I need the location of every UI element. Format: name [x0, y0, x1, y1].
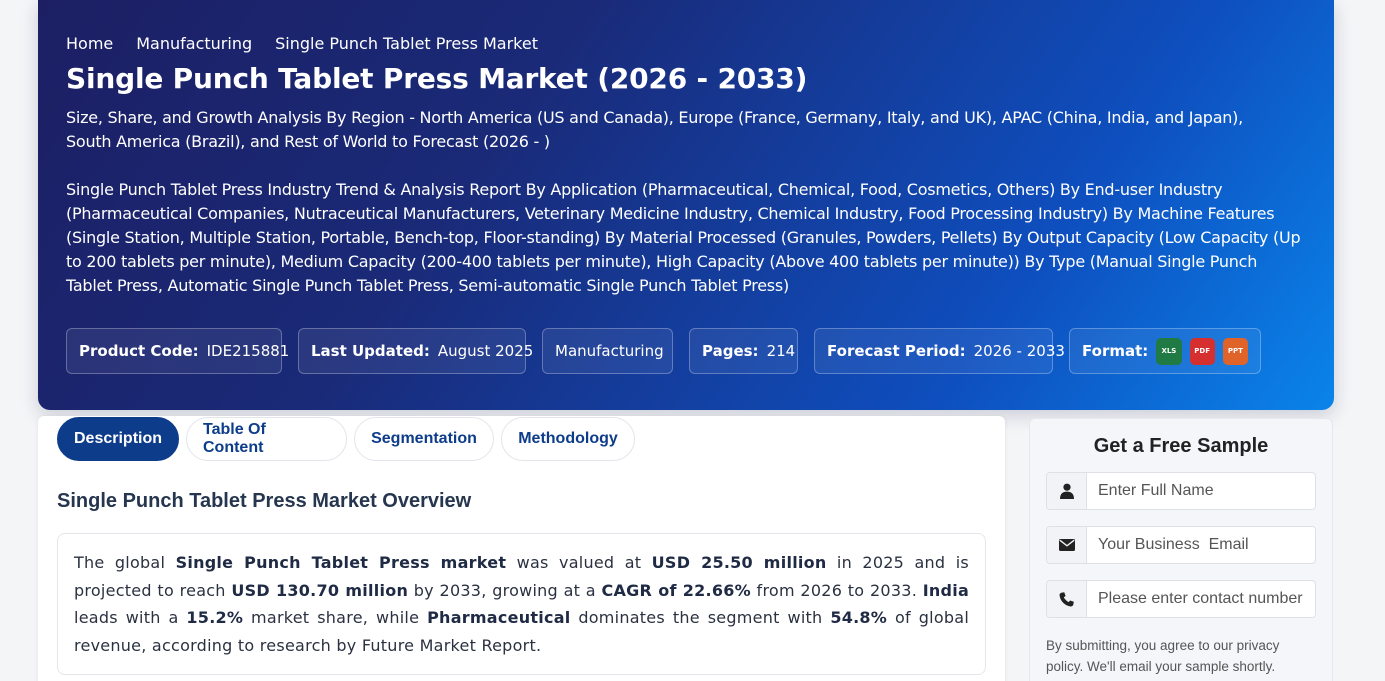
tab-description[interactable]: Description [57, 417, 179, 461]
overview-title: Single Punch Tablet Press Market Overvie… [57, 490, 472, 512]
report-content-panel: Description Table Of Content Segmentatio… [38, 416, 1005, 681]
ppt-file-icon[interactable]: PPT [1222, 337, 1249, 365]
page-title: Single Punch Tablet Press Market (2026 -… [66, 62, 808, 95]
format-label: Format: [1082, 342, 1149, 360]
format-badge: Format: XLS PDF PPT [1069, 328, 1261, 374]
summary-highlight: USD 25.50 million [651, 553, 827, 572]
summary-text: The global [74, 553, 176, 572]
forecast-period-label: Forecast Period: [827, 342, 966, 360]
product-code-badge: Product Code: IDE215881 [66, 328, 289, 374]
forecast-period-value: 2026 - 2033 [973, 342, 1065, 360]
full-name-input[interactable] [1087, 473, 1315, 509]
report-meta-row: Product Code: IDE215881 Last Updated: Au… [66, 328, 1261, 374]
summary-text: from 2026 to 2033. [750, 580, 923, 600]
last-updated-value: August 2025 [437, 342, 534, 360]
phone-input[interactable] [1087, 581, 1315, 617]
pages-label: Pages: [702, 342, 759, 360]
summary-text: was valued at [506, 553, 652, 572]
report-header: Home Manufacturing Single Punch Tablet P… [38, 0, 1334, 410]
breadcrumb: Home Manufacturing Single Punch Tablet P… [66, 32, 1306, 54]
free-sample-form: Get a Free Sample By submitting, you agr… [1029, 418, 1333, 681]
content-tabs: Description Table Of Content Segmentatio… [57, 417, 986, 461]
category-value: Manufacturing [555, 342, 664, 360]
user-icon [1047, 473, 1087, 509]
summary-text: dominates the segment with [570, 608, 831, 627]
summary-highlight: CAGR of 22.66% [601, 580, 751, 600]
summary-highlight: Pharmaceutical [427, 608, 571, 627]
summary-highlight: 15.2% [186, 608, 244, 627]
summary-text: market share, while [243, 608, 428, 627]
pdf-file-icon[interactable]: PDF [1189, 337, 1215, 365]
tab-methodology[interactable]: Methodology [501, 417, 635, 461]
pages-value: 214 [766, 342, 796, 360]
last-updated-label: Last Updated: [311, 342, 430, 360]
phone-icon [1047, 581, 1087, 617]
summary-highlight: Single Punch Tablet Press market [175, 553, 507, 572]
summary-highlight: USD 130.70 million [231, 580, 409, 600]
breadcrumb-current: Single Punch Tablet Press Market [275, 33, 538, 53]
summary-highlight: 54.8% [830, 608, 888, 627]
privacy-notice: By submitting, you agree to our privacy … [1046, 638, 1280, 674]
phone-field [1046, 580, 1316, 618]
free-sample-title: Get a Free Sample [1093, 435, 1269, 457]
breadcrumb-manufacturing[interactable]: Manufacturing [136, 34, 252, 53]
breadcrumb-home[interactable]: Home [66, 34, 113, 53]
forecast-period-badge: Forecast Period: 2026 - 2033 [814, 328, 1065, 374]
pages-badge: Pages: 214 [689, 328, 798, 374]
category-badge: Manufacturing [542, 328, 673, 374]
summary-text: leads with a [74, 608, 187, 627]
product-code-value: IDE215881 [206, 342, 290, 360]
report-subtitle: Size, Share, and Growth Analysis By Regi… [66, 108, 1243, 151]
last-updated-badge: Last Updated: August 2025 [298, 328, 533, 374]
tab-segmentation[interactable]: Segmentation [354, 417, 494, 461]
email-field [1046, 526, 1316, 564]
product-code-label: Product Code: [79, 342, 199, 360]
market-summary: The global Single Punch Tablet Press mar… [57, 533, 986, 675]
summary-highlight: India [922, 580, 970, 600]
tab-table-of-content[interactable]: Table Of Content [186, 417, 347, 461]
full-name-field [1046, 472, 1316, 510]
email-input[interactable] [1087, 527, 1315, 563]
xls-file-icon[interactable]: XLS [1156, 337, 1182, 365]
envelope-icon [1047, 527, 1087, 563]
summary-text: by 2033, growing at a [408, 580, 602, 600]
report-segmentation-description: Single Punch Tablet Press Industry Trend… [66, 180, 1301, 295]
